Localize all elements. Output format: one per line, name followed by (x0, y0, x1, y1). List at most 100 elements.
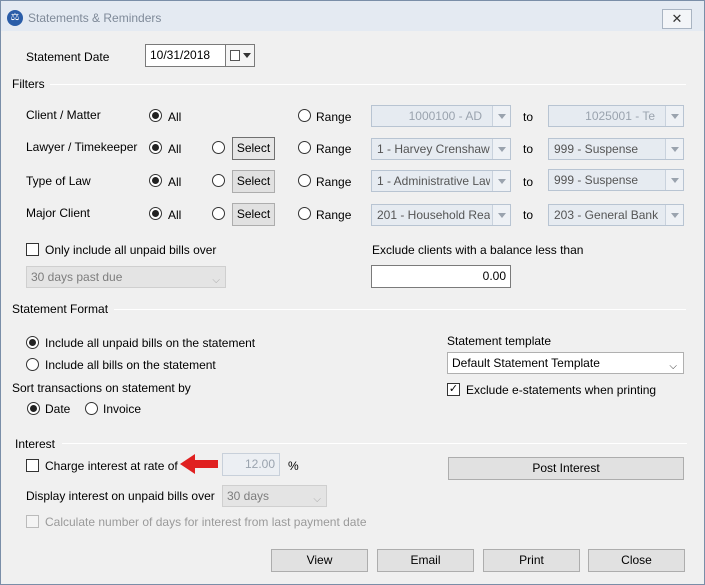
chevron-down-icon (492, 205, 510, 225)
statement-date-input[interactable]: 10/31/2018 (145, 44, 227, 67)
chevron-down-icon (665, 139, 683, 159)
major-select-radio[interactable] (212, 207, 225, 220)
exclude-balance-label: Exclude clients with a balance less than (372, 243, 584, 257)
calc-days-checkbox[interactable] (26, 515, 39, 528)
chevron-down-icon: ⌵ (212, 275, 220, 286)
client-range-radio[interactable] (298, 109, 311, 122)
lawyer-select-button[interactable]: Select (232, 137, 275, 160)
title-bar: ⚖ Statements & Reminders ✕ (1, 1, 704, 31)
type-to-combo[interactable]: 999 - Suspense (548, 169, 684, 191)
lawyer-label: Lawyer / Timekeeper (26, 140, 138, 154)
client-matter-label: Client / Matter (26, 108, 101, 122)
filters-divider (50, 84, 686, 85)
client-from-value: 1000100 - AD (408, 109, 482, 123)
statements-dialog: ⚖ Statements & Reminders ✕ Statement Dat… (0, 0, 705, 585)
type-range-radio[interactable] (298, 174, 311, 187)
template-label: Statement template (447, 334, 552, 348)
include-unpaid-label: Include all unpaid bills on the statemen… (45, 336, 256, 350)
post-interest-button[interactable]: Post Interest (448, 457, 684, 480)
interest-section-title: Interest (15, 437, 56, 451)
type-to-value: 999 - Suspense (554, 173, 639, 187)
include-unpaid-radio[interactable] (26, 336, 39, 349)
lawyer-all-radio[interactable] (149, 141, 162, 154)
close-button[interactable]: Close (588, 549, 685, 572)
email-button[interactable]: Email (377, 549, 474, 572)
major-to-label: to (523, 208, 534, 222)
lawyer-to-combo[interactable]: 999 - Suspense (548, 138, 684, 160)
chevron-down-icon (665, 170, 683, 190)
only-unpaid-checkbox[interactable] (26, 243, 39, 256)
lawyer-from-combo[interactable]: 1 - Harvey Crenshaw (371, 138, 511, 160)
lawyer-to-label: to (523, 142, 534, 156)
sort-label: Sort transactions on statement by (12, 381, 191, 395)
charge-interest-checkbox[interactable] (26, 459, 39, 472)
days-past-due-combo[interactable]: 30 days past due ⌵ (26, 266, 226, 288)
major-from-combo[interactable]: 201 - Household Realty (371, 204, 511, 226)
sort-date-label: Date (45, 402, 71, 416)
type-from-combo[interactable]: 1 - Administrative Law (371, 170, 511, 192)
template-combo[interactable]: Default Statement Template ⌵ (447, 352, 684, 374)
type-from-value: 1 - Administrative Law (377, 174, 490, 188)
only-unpaid-label: Only include all unpaid bills over (45, 243, 217, 257)
lawyer-all-label: All (168, 142, 182, 156)
statement-format-divider (114, 309, 686, 310)
display-interest-combo[interactable]: 30 days ⌵ (222, 485, 327, 507)
display-interest-label: Display interest on unpaid bills over (26, 489, 215, 503)
statement-date-label: Statement Date (26, 50, 110, 64)
chevron-down-icon: ⌵ (669, 361, 677, 372)
client-to-combo[interactable]: 1025001 - Te (548, 105, 684, 127)
major-all-radio[interactable] (149, 207, 162, 220)
window-title: Statements & Reminders (28, 11, 162, 25)
major-all-label: All (168, 208, 182, 222)
statement-format-section-title: Statement Format (12, 302, 109, 316)
percent-label: % (288, 459, 299, 473)
type-select-button[interactable]: Select (232, 170, 275, 193)
lawyer-to-value: 999 - Suspense (554, 142, 639, 156)
client-all-label: All (168, 110, 182, 124)
type-all-label: All (168, 175, 182, 189)
display-interest-value: 30 days (227, 489, 270, 503)
sort-invoice-radio[interactable] (85, 402, 98, 415)
type-select-radio[interactable] (212, 174, 225, 187)
client-range-label: Range (316, 110, 352, 124)
print-button[interactable]: Print (483, 549, 580, 572)
lawyer-from-value: 1 - Harvey Crenshaw (377, 142, 490, 156)
major-select-button[interactable]: Select (232, 203, 275, 226)
sort-invoice-label: Invoice (103, 402, 142, 416)
interest-divider (62, 443, 687, 444)
chevron-down-icon (665, 205, 683, 225)
type-all-radio[interactable] (149, 174, 162, 187)
red-arrow-icon (180, 454, 218, 474)
major-range-radio[interactable] (298, 207, 311, 220)
type-of-law-label: Type of Law (26, 174, 91, 188)
major-to-combo[interactable]: 203 - General Bank (548, 204, 684, 226)
exclude-balance-input[interactable]: 0.00 (371, 265, 511, 288)
chevron-down-icon (492, 171, 510, 191)
include-all-label: Include all bills on the statement (45, 358, 216, 372)
chevron-down-icon (492, 106, 510, 126)
major-client-label: Major Client (26, 206, 91, 220)
view-button[interactable]: View (271, 549, 368, 572)
chevron-down-icon (665, 106, 683, 126)
template-value: Default Statement Template (452, 356, 600, 370)
lawyer-select-radio[interactable] (212, 141, 225, 154)
client-all-radio[interactable] (149, 109, 162, 122)
exclude-estatements-checkbox[interactable]: ✓ (447, 383, 460, 396)
chevron-down-icon (243, 53, 251, 58)
window-close-button[interactable]: ✕ (662, 9, 692, 29)
major-from-value: 201 - Household Realty (377, 208, 490, 222)
lawyer-range-radio[interactable] (298, 141, 311, 154)
sort-date-radio[interactable] (27, 402, 40, 415)
major-to-value: 203 - General Bank (554, 208, 659, 222)
chevron-down-icon: ⌵ (313, 494, 321, 505)
include-all-radio[interactable] (26, 358, 39, 371)
calendar-icon (230, 50, 240, 61)
interest-rate-input[interactable]: 12.00 (222, 453, 280, 476)
scales-icon: ⚖ (7, 10, 23, 26)
client-to-value: 1025001 - Te (585, 109, 655, 123)
calc-days-label: Calculate number of days for interest fr… (45, 515, 367, 529)
client-from-combo[interactable]: 1000100 - AD (371, 105, 511, 127)
calendar-button[interactable] (225, 44, 255, 67)
exclude-estatements-label: Exclude e-statements when printing (466, 383, 657, 397)
dialog-body: Statement Date 10/31/2018 Filters Client… (2, 31, 703, 584)
